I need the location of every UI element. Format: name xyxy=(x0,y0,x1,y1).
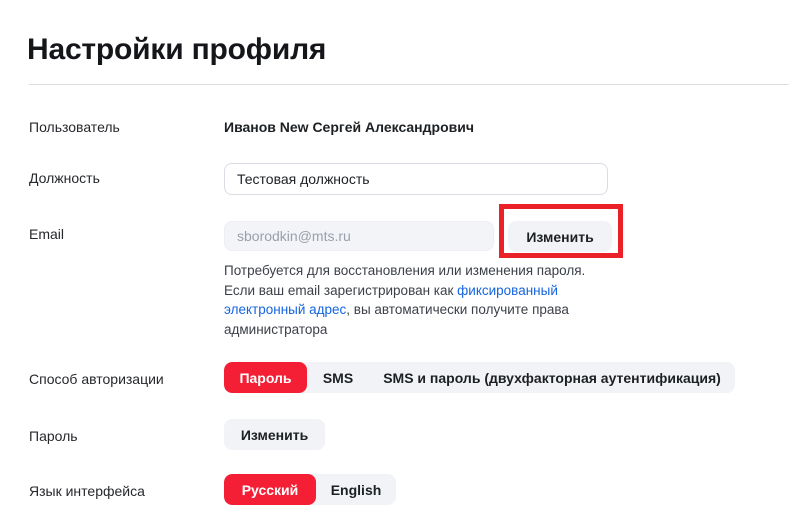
position-label: Должность xyxy=(29,170,100,186)
language-option-russian[interactable]: Русский xyxy=(224,474,316,505)
user-value: Иванов New Сергей Александрович xyxy=(224,119,474,135)
auth-option-sms-and-password[interactable]: SMS и пароль (двухфакторная аутентификац… xyxy=(369,362,735,393)
user-label: Пользователь xyxy=(29,119,120,135)
language-segmented-control: Русский English xyxy=(224,474,396,505)
page-title: Настройки профиля xyxy=(27,33,327,67)
password-change-button[interactable]: Изменить xyxy=(224,419,325,450)
auth-option-password[interactable]: Пароль xyxy=(224,362,307,393)
email-helper-text: Потребуется для восстановления или измен… xyxy=(224,261,594,339)
language-label: Язык интерфейса xyxy=(29,483,145,499)
auth-method-segmented-control: Пароль SMS SMS и пароль (двухфакторная а… xyxy=(224,362,735,393)
position-input[interactable] xyxy=(224,163,608,195)
password-label: Пароль xyxy=(29,428,78,444)
email-label: Email xyxy=(29,226,65,242)
auth-method-label: Способ авторизации xyxy=(29,371,164,387)
email-change-button[interactable]: Изменить xyxy=(508,221,612,252)
header-divider xyxy=(29,84,789,85)
profile-settings-page: Настройки профиля Пользователь Иванов Ne… xyxy=(0,0,789,524)
language-option-english[interactable]: English xyxy=(316,474,396,505)
email-input xyxy=(224,221,494,251)
auth-option-sms[interactable]: SMS xyxy=(307,362,369,393)
